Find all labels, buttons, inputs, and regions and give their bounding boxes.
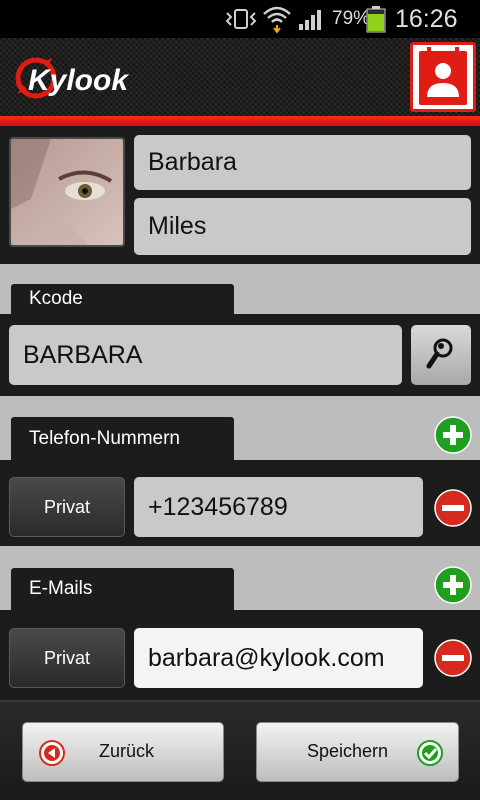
phone-section-label: Telefon-Nummern (11, 417, 234, 460)
status-bar: 79% 16:26 (0, 0, 480, 38)
clock: 16:26 (395, 4, 458, 33)
battery-icon (366, 0, 386, 38)
check-icon (417, 740, 443, 771)
remove-icon[interactable] (434, 639, 472, 677)
svg-text:Kylook: Kylook (28, 64, 129, 97)
contact-card-icon[interactable] (410, 42, 476, 112)
email-field[interactable]: barbara@kylook.com (134, 628, 423, 688)
header-accent-line (0, 116, 480, 126)
back-arrow-icon (39, 740, 65, 771)
first-name-field[interactable]: Barbara (134, 135, 471, 190)
kylook-logo: Kylook (14, 54, 154, 102)
wifi-icon (262, 0, 292, 38)
remove-icon[interactable] (434, 489, 472, 527)
vibrate-icon (224, 0, 258, 38)
kcode-field[interactable]: BARBARA (9, 325, 402, 385)
add-icon[interactable] (434, 416, 472, 454)
back-button-label: Zurück (99, 741, 155, 761)
kcode-search-button[interactable] (411, 325, 471, 385)
magnifier-icon (426, 336, 456, 375)
signal-icon (298, 0, 326, 38)
save-button[interactable]: Speichern (256, 722, 459, 782)
last-name-field[interactable]: Miles (134, 198, 471, 255)
battery-percent: 79% (332, 8, 371, 29)
phone-number-field[interactable]: +123456789 (134, 477, 423, 537)
kcode-label: Kcode (11, 284, 234, 314)
back-button[interactable]: Zurück (22, 722, 224, 782)
contact-photo[interactable] (9, 137, 125, 247)
email-type-button[interactable]: Privat (9, 628, 125, 688)
email-section-label: E-Mails (11, 568, 234, 610)
phone-type-button[interactable]: Privat (9, 477, 125, 537)
save-button-label: Speichern (307, 741, 389, 761)
add-icon[interactable] (434, 566, 472, 604)
contact-edit-screen: 79% 16:26 Kylook Barbara Miles Kcode BAR… (0, 0, 480, 800)
